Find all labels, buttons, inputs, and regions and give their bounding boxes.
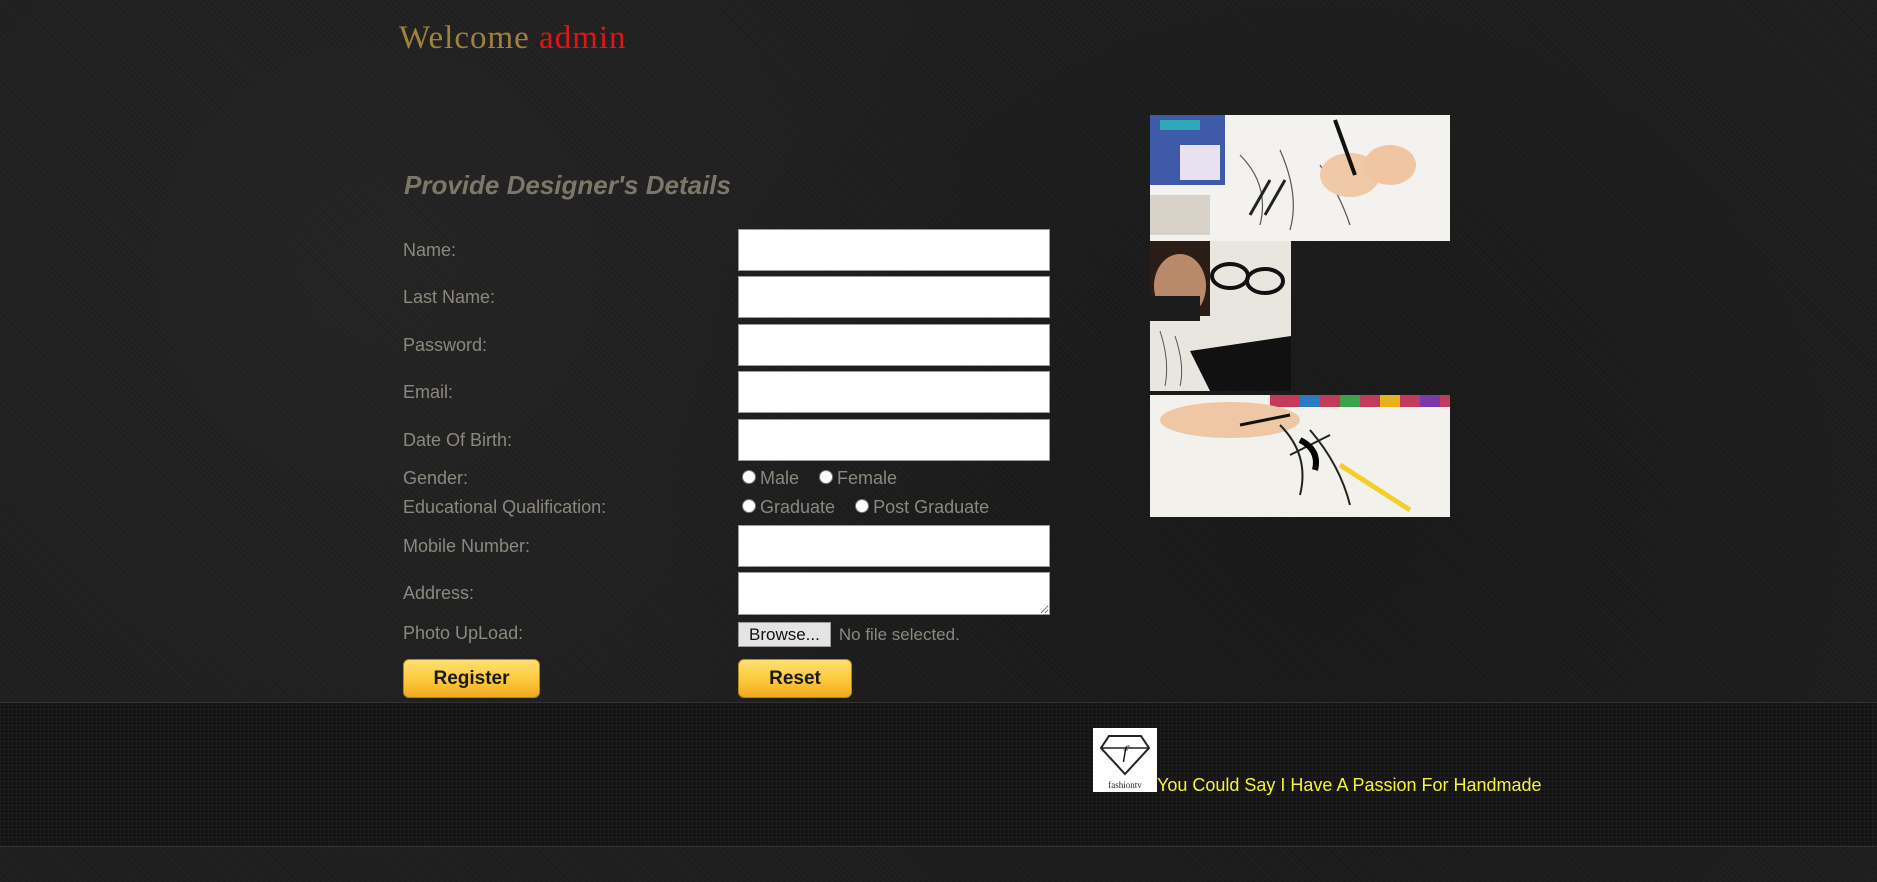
sketch-drawing-image [1150, 395, 1450, 517]
password-label: Password: [403, 335, 488, 355]
photo-upload: Browse... No file selected. [738, 622, 960, 647]
photo-label: Photo UpLoad: [403, 623, 524, 643]
welcome-prefix: Welcome [399, 20, 530, 56]
form-title: Provide Designer's Details [404, 170, 731, 200]
welcome-username: admin [539, 20, 627, 56]
gender-female-radio[interactable] [819, 469, 834, 484]
dob-label: Date Of Birth: [403, 430, 513, 450]
fashion-sketch-photo [1150, 115, 1450, 241]
name-input[interactable] [738, 229, 1050, 271]
file-status: No file selected. [838, 624, 960, 644]
education-graduate-radio[interactable] [742, 498, 756, 513]
gender-female-label[interactable]: Female [837, 468, 897, 489]
svg-text:f: f [1122, 742, 1130, 762]
welcome-heading: Welcome admin [399, 20, 627, 57]
gender-label: Gender: [403, 468, 469, 488]
gender-male-label[interactable]: Male [760, 468, 799, 489]
browse-button[interactable]: Browse... [738, 622, 831, 647]
address-label: Address: [403, 583, 475, 603]
education-postgrad-label[interactable]: Post Graduate [873, 497, 989, 518]
education-postgrad-radio[interactable] [855, 498, 870, 513]
logo-text: fashiontv [1108, 780, 1142, 790]
diamond-logo-icon: f [1099, 735, 1151, 776]
footer-tagline: You Could Say I Have A Passion For Handm… [1157, 775, 1542, 795]
education-radio-group: Graduate Post Graduate [742, 497, 1009, 518]
reset-button[interactable]: Reset [738, 659, 852, 698]
designer-glasses-photo [1150, 241, 1291, 391]
fashiontv-logo: f fashiontv [1093, 728, 1157, 792]
designer-glasses-image [1150, 241, 1291, 391]
email-label: Email: [403, 382, 454, 402]
education-graduate-label[interactable]: Graduate [760, 497, 835, 518]
name-label: Name: [403, 240, 457, 260]
education-label: Educational Qualification: [403, 497, 607, 517]
footer [0, 702, 1877, 847]
gender-male-radio[interactable] [742, 469, 756, 484]
fashion-sketch-image [1150, 115, 1450, 241]
last-name-label: Last Name: [403, 287, 496, 307]
mobile-input[interactable] [738, 525, 1050, 567]
sketch-drawing-photo [1150, 395, 1450, 517]
address-textarea[interactable] [738, 572, 1050, 615]
password-input[interactable] [738, 324, 1050, 366]
register-button[interactable]: Register [403, 659, 540, 698]
email-input[interactable] [738, 371, 1050, 413]
mobile-label: Mobile Number: [403, 536, 531, 556]
dob-input[interactable] [738, 419, 1050, 461]
gender-radio-group: Male Female [742, 468, 917, 489]
last-name-input[interactable] [738, 276, 1050, 318]
